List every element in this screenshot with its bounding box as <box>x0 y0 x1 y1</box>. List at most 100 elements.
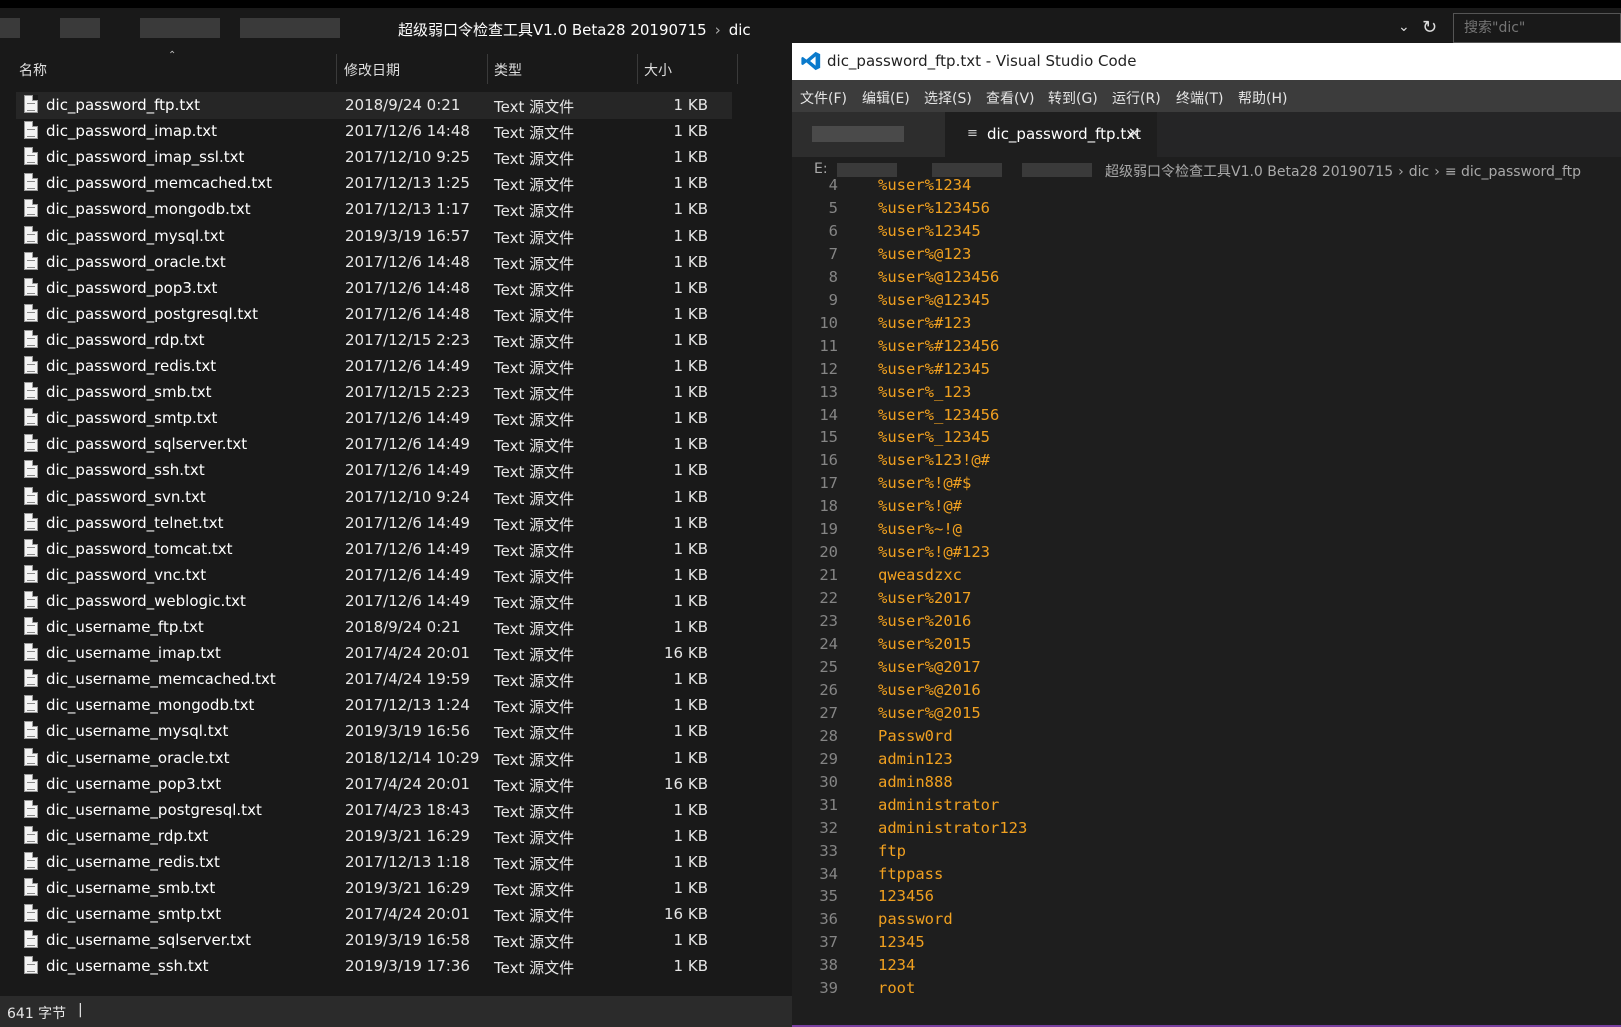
file-row[interactable]: dic_password_smtp.txt 2017/12/6 14:49 Text… <box>16 405 732 432</box>
file-row[interactable]: dic_password_ftp.txt 2018/9/24 0:21 Text 源… <box>16 92 732 119</box>
file-row[interactable]: dic_username_ssh.txt 2019/3/19 17:36 Text … <box>16 953 732 980</box>
menu-item[interactable]: 编辑(E) <box>862 88 910 108</box>
code-editor[interactable]: 4 %user%1234 5 %user%123456 6 %user%12345 7 %us… <box>792 176 1621 1027</box>
code-line[interactable]: 30 admin888 <box>792 771 1621 794</box>
file-row[interactable]: dic_username_smb.txt 2019/3/21 16:29 Text … <box>16 875 732 902</box>
code-line[interactable]: 7 %user%@123 <box>792 243 1621 266</box>
search-input[interactable] <box>1454 14 1620 42</box>
code-line[interactable]: 16 %user%123!@# <box>792 449 1621 472</box>
code-line[interactable]: 20 %user%!@#123 <box>792 541 1621 564</box>
code-line[interactable]: 15 %user%_12345 <box>792 426 1621 449</box>
search-box[interactable] <box>1453 13 1621 43</box>
file-row[interactable]: dic_password_postgresql.txt 2017/12/6 14:… <box>16 301 732 328</box>
code-line[interactable]: 38 1234 <box>792 954 1621 977</box>
file-row[interactable]: dic_password_smb.txt 2017/12/15 2:23 Text … <box>16 379 732 406</box>
code-line[interactable]: 8 %user%@123456 <box>792 266 1621 289</box>
code-line[interactable]: 27 %user%@2015 <box>792 702 1621 725</box>
code-line[interactable]: 21 qweasdzxc <box>792 564 1621 587</box>
column-divider[interactable] <box>737 54 738 84</box>
menu-item[interactable]: 运行(R) <box>1112 88 1161 108</box>
file-size: 1 KB <box>673 696 708 715</box>
code-line[interactable]: 29 admin123 <box>792 748 1621 771</box>
tab-dic-password-ftp[interactable]: ≡ dic_password_ftp.txt × <box>945 112 1157 157</box>
file-row[interactable]: dic_username_postgresql.txt 2017/4/23 18:… <box>16 797 732 824</box>
file-row[interactable]: dic_username_rdp.txt 2019/3/21 16:29 Text … <box>16 823 732 850</box>
column-divider[interactable] <box>637 54 638 84</box>
column-date[interactable]: 修改日期 <box>344 60 400 80</box>
code-line[interactable]: 14 %user%_123456 <box>792 404 1621 427</box>
file-row[interactable]: dic_password_oracle.txt 2017/12/6 14:48 Te… <box>16 249 732 276</box>
file-row[interactable]: dic_password_weblogic.txt 2017/12/6 14:49… <box>16 588 732 615</box>
code-line[interactable]: 32 administrator123 <box>792 817 1621 840</box>
breadcrumb-folder[interactable]: 超级弱口令检查工具V1.0 Beta28 20190715 <box>398 21 707 39</box>
file-row[interactable]: dic_username_redis.txt 2017/12/13 1:18 Tex… <box>16 849 732 876</box>
file-row[interactable]: dic_password_svn.txt 2017/12/10 9:24 Text … <box>16 484 732 511</box>
file-row[interactable]: dic_username_mongodb.txt 2017/12/13 1:24 T… <box>16 692 732 719</box>
code-line[interactable]: 13 %user%_123 <box>792 381 1621 404</box>
file-row[interactable]: dic_password_vnc.txt 2017/12/6 14:49 Text … <box>16 562 732 589</box>
file-row[interactable]: dic_username_sqlserver.txt 2019/3/19 16:5… <box>16 927 732 954</box>
file-row[interactable]: dic_username_smtp.txt 2017/4/24 20:01 Text… <box>16 901 732 928</box>
file-row[interactable]: dic_password_tomcat.txt 2017/12/6 14:49 Te… <box>16 536 732 563</box>
menu-item[interactable]: 终端(T) <box>1176 88 1223 108</box>
file-row[interactable]: dic_password_redis.txt 2017/12/6 14:49 Tex… <box>16 353 732 380</box>
code-line[interactable]: 26 %user%@2016 <box>792 679 1621 702</box>
menu-item[interactable]: 查看(V) <box>986 88 1035 108</box>
column-divider[interactable] <box>487 54 488 84</box>
file-row[interactable]: dic_username_oracle.txt 2018/12/14 10:29 T… <box>16 745 732 772</box>
close-icon[interactable]: × <box>1128 123 1141 142</box>
refresh-icon[interactable]: ↻ <box>1422 17 1437 38</box>
code-line[interactable]: 12 %user%#12345 <box>792 358 1621 381</box>
file-row[interactable]: dic_password_memcached.txt 2017/12/13 1:2… <box>16 170 732 197</box>
file-row[interactable]: dic_password_ssh.txt 2017/12/6 14:49 Text … <box>16 457 732 484</box>
code-line[interactable]: 19 %user%~!@ <box>792 518 1621 541</box>
code-line[interactable]: 37 12345 <box>792 931 1621 954</box>
code-line[interactable]: 22 %user%2017 <box>792 587 1621 610</box>
code-line[interactable]: 10 %user%#123 <box>792 312 1621 335</box>
breadcrumb-subfolder[interactable]: dic <box>729 21 751 39</box>
file-row[interactable]: dic_password_mongodb.txt 2017/12/13 1:17 T… <box>16 196 732 223</box>
file-size: 1 KB <box>673 722 708 741</box>
file-row[interactable]: dic_password_mysql.txt 2019/3/19 16:57 Tex… <box>16 223 732 250</box>
file-type: Text 源文件 <box>494 567 575 586</box>
code-line[interactable]: 34 ftppass <box>792 863 1621 886</box>
menu-item[interactable]: 转到(G) <box>1048 88 1098 108</box>
code-line[interactable]: 4 %user%1234 <box>792 174 1621 197</box>
code-line[interactable]: 28 Passw0rd <box>792 725 1621 748</box>
file-row[interactable]: dic_username_imap.txt 2017/4/24 20:01 Text… <box>16 640 732 667</box>
column-divider[interactable] <box>336 54 337 84</box>
code-line[interactable]: 9 %user%@12345 <box>792 289 1621 312</box>
code-line[interactable]: 39 root <box>792 977 1621 1000</box>
breadcrumb[interactable]: 超级弱口令检查工具V1.0 Beta28 20190715 › dic <box>398 19 751 40</box>
code-line[interactable]: 17 %user%!@#$ <box>792 472 1621 495</box>
code-line[interactable]: 24 %user%2015 <box>792 633 1621 656</box>
file-row[interactable]: dic_password_imap.txt 2017/12/6 14:48 Text… <box>16 118 732 145</box>
menu-item[interactable]: 帮助(H) <box>1238 88 1287 108</box>
code-line[interactable]: 6 %user%12345 <box>792 220 1621 243</box>
file-row[interactable]: dic_username_memcached.txt 2017/4/24 19:5… <box>16 666 732 693</box>
chevron-down-icon[interactable]: ⌄ <box>1398 19 1410 35</box>
file-row[interactable]: dic_password_sqlserver.txt 2017/12/6 14:4… <box>16 431 732 458</box>
code-line[interactable]: 11 %user%#123456 <box>792 335 1621 358</box>
file-row[interactable]: dic_password_rdp.txt 2017/12/15 2:23 Text … <box>16 327 732 354</box>
code-line[interactable]: 5 %user%123456 <box>792 197 1621 220</box>
code-line[interactable]: 25 %user%@2017 <box>792 656 1621 679</box>
menu-item[interactable]: 文件(F) <box>800 88 847 108</box>
column-type[interactable]: 类型 <box>494 60 522 80</box>
code-line[interactable]: 36 password <box>792 908 1621 931</box>
file-row[interactable]: dic_username_mysql.txt 2019/3/19 16:56 Tex… <box>16 718 732 745</box>
column-size[interactable]: 大小 <box>644 60 672 80</box>
menu-item[interactable]: 选择(S) <box>924 88 972 108</box>
code-line[interactable]: 31 administrator <box>792 794 1621 817</box>
file-row[interactable]: dic_password_imap_ssl.txt 2017/12/10 9:25… <box>16 144 732 171</box>
code-line[interactable]: 33 ftp <box>792 840 1621 863</box>
code-line[interactable]: 23 %user%2016 <box>792 610 1621 633</box>
column-name[interactable]: 名称 <box>19 60 47 80</box>
file-row[interactable]: dic_username_ftp.txt 2018/9/24 0:21 Text 源… <box>16 614 732 641</box>
file-row[interactable]: dic_password_telnet.txt 2017/12/6 14:49 Te… <box>16 510 732 537</box>
file-row[interactable]: dic_password_pop3.txt 2017/12/6 14:48 Text… <box>16 275 732 302</box>
code-line[interactable]: 35 123456 <box>792 885 1621 908</box>
file-row[interactable]: dic_username_pop3.txt 2017/4/24 20:01 Text… <box>16 771 732 798</box>
tab-inactive[interactable] <box>792 112 945 157</box>
code-line[interactable]: 18 %user%!@# <box>792 495 1621 518</box>
